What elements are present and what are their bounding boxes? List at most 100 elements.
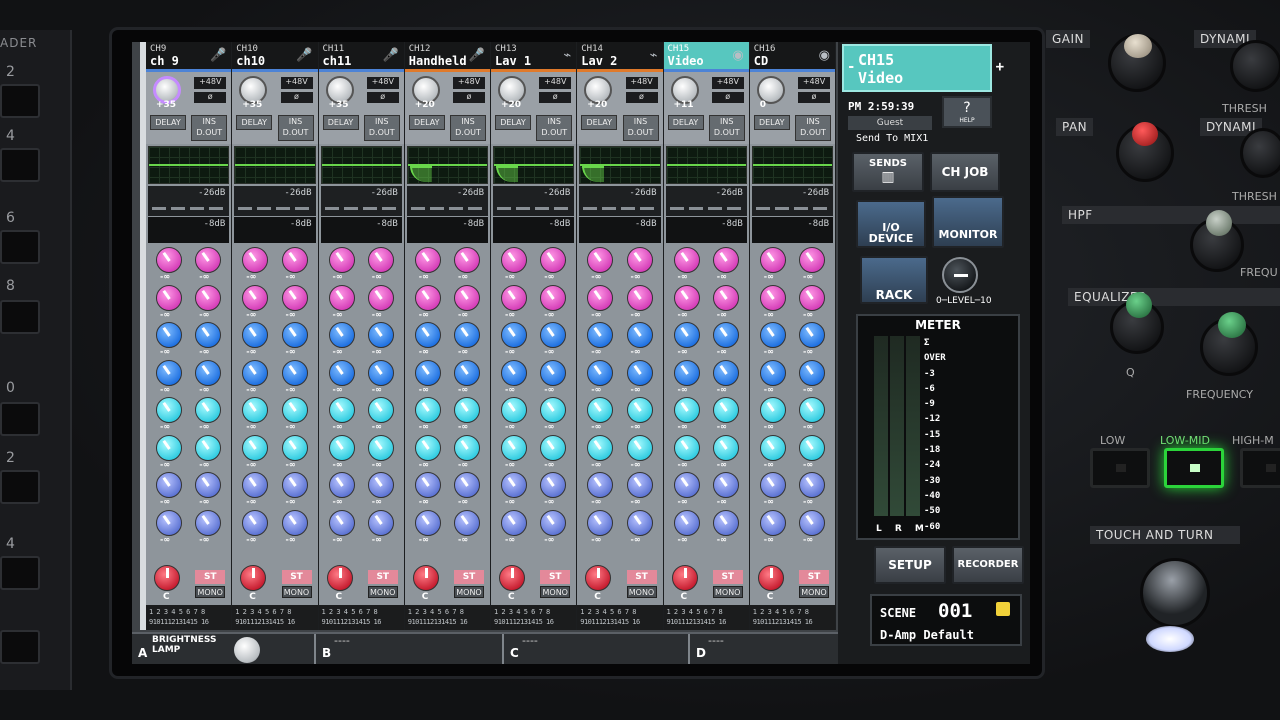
monitor-button[interactable]: MONITOR xyxy=(932,196,1004,248)
fader-sel-button[interactable] xyxy=(0,300,40,334)
channel-name-header[interactable]: CH16 CD ◉ xyxy=(749,42,835,72)
send-level-knob[interactable]: -∞ xyxy=(585,508,615,544)
dca-assign-grid[interactable]: 1 2 3 4 5 6 7 8 9101112131415 16 xyxy=(749,605,835,630)
stereo-assign-button[interactable]: ST xyxy=(195,570,226,584)
send-level-knob[interactable]: -∞ xyxy=(797,395,827,431)
send-level-knob[interactable]: -∞ xyxy=(758,320,788,356)
send-level-knob[interactable]: -∞ xyxy=(625,508,655,544)
insert-dout-button[interactable]: INS D.OUT xyxy=(708,115,745,141)
channel-name-header[interactable]: CH14 Lav 2 ⌁ xyxy=(577,42,663,72)
send-level-knob[interactable]: -∞ xyxy=(154,358,184,394)
send-level-knob[interactable]: -∞ xyxy=(758,395,788,431)
high-mid-band-button[interactable] xyxy=(1240,448,1280,488)
delay-button[interactable]: DELAY xyxy=(753,115,790,130)
dynamics2-threshold[interactable]: -8dB xyxy=(493,217,575,243)
send-level-knob[interactable]: -∞ xyxy=(413,508,443,544)
fader-sel-button[interactable] xyxy=(0,84,40,118)
send-level-knob[interactable]: -∞ xyxy=(366,508,396,544)
send-level-knob[interactable]: -∞ xyxy=(452,283,482,319)
send-level-knob[interactable]: -∞ xyxy=(672,470,702,506)
scene-display[interactable]: SCENE 001 D-Amp Default xyxy=(870,594,1022,646)
dynamics1-threshold[interactable]: -26dB xyxy=(234,186,316,216)
channel-strip[interactable]: CH15 Video ◉ +11 +48V ø DELAY INS D.OUT -26dB -8dB… xyxy=(663,42,750,630)
send-level-knob[interactable]: -∞ xyxy=(154,245,184,281)
delay-button[interactable]: DELAY xyxy=(408,115,445,130)
mono-assign-button[interactable]: MONO xyxy=(799,586,829,598)
send-level-knob[interactable]: -∞ xyxy=(797,283,827,319)
phase-button[interactable]: ø xyxy=(453,92,485,103)
fader-sel-button[interactable] xyxy=(0,556,40,590)
send-level-knob[interactable]: -∞ xyxy=(538,358,568,394)
phase-button[interactable]: ø xyxy=(539,92,572,103)
stereo-assign-button[interactable]: ST xyxy=(454,570,484,584)
insert-dout-button[interactable]: INS D.OUT xyxy=(450,115,486,141)
next-channel-icon[interactable]: + xyxy=(996,58,1004,76)
recorder-button[interactable]: RECORDER xyxy=(952,546,1024,584)
send-level-knob[interactable]: -∞ xyxy=(672,283,702,319)
delay-button[interactable]: DELAY xyxy=(667,115,704,130)
user-knob-a[interactable]: A BRIGHTNESS LAMP xyxy=(132,634,316,664)
user-badge[interactable]: Guest xyxy=(848,116,932,130)
send-level-knob[interactable]: -∞ xyxy=(366,358,396,394)
send-level-knob[interactable]: -∞ xyxy=(585,283,615,319)
phantom-power-button[interactable]: +48V xyxy=(194,77,227,89)
send-level-knob[interactable]: -∞ xyxy=(240,320,270,356)
send-level-knob[interactable]: -∞ xyxy=(240,433,270,469)
send-level-knob[interactable]: -∞ xyxy=(154,433,184,469)
delay-button[interactable]: DELAY xyxy=(322,115,359,130)
send-level-knob[interactable]: -∞ xyxy=(154,283,184,319)
brightness-knob[interactable] xyxy=(234,637,260,663)
pan-knob[interactable] xyxy=(412,565,439,591)
send-level-knob[interactable]: -∞ xyxy=(499,508,529,544)
eq-graph[interactable] xyxy=(493,146,575,184)
threshold-knob[interactable] xyxy=(1230,40,1280,92)
insert-dout-button[interactable]: INS D.OUT xyxy=(622,115,659,141)
send-level-knob[interactable]: -∞ xyxy=(452,395,482,431)
dynamics2-threshold[interactable]: -8dB xyxy=(148,217,230,243)
send-level-knob[interactable]: -∞ xyxy=(280,358,310,394)
send-level-knob[interactable]: -∞ xyxy=(499,245,529,281)
pan-knob[interactable] xyxy=(154,565,180,591)
send-level-knob[interactable]: -∞ xyxy=(280,245,310,281)
phantom-power-button[interactable]: +48V xyxy=(625,77,658,89)
send-level-knob[interactable]: -∞ xyxy=(452,470,482,506)
send-level-knob[interactable]: -∞ xyxy=(327,283,357,319)
send-level-knob[interactable]: -∞ xyxy=(625,320,655,356)
ch-job-button[interactable]: CH JOB xyxy=(930,152,1000,192)
dca-assign-grid[interactable]: 1 2 3 4 5 6 7 8 9101112131415 16 xyxy=(491,605,577,630)
channel-strip[interactable]: CH14 Lav 2 ⌁ +20 +48V ø DELAY INS D.OUT -26dB -8dB… xyxy=(577,42,664,630)
send-level-knob[interactable]: -∞ xyxy=(625,395,655,431)
channel-name-header[interactable]: CH9 ch 9 🎤 xyxy=(146,42,232,72)
dynamics1-threshold[interactable]: -26dB xyxy=(406,186,488,216)
send-level-knob[interactable]: -∞ xyxy=(452,320,482,356)
send-level-knob[interactable]: -∞ xyxy=(193,395,223,431)
send-level-knob[interactable]: -∞ xyxy=(366,283,396,319)
send-level-knob[interactable]: -∞ xyxy=(758,508,788,544)
mono-assign-button[interactable]: MONO xyxy=(367,586,398,598)
stereo-assign-button[interactable]: ST xyxy=(799,570,829,584)
io-device-button[interactable]: I/O DEVICE xyxy=(856,200,926,248)
dca-assign-grid[interactable]: 1 2 3 4 5 6 7 8 9101112131415 16 xyxy=(146,605,232,630)
send-level-knob[interactable]: -∞ xyxy=(240,245,270,281)
send-level-knob[interactable]: -∞ xyxy=(711,508,741,544)
send-level-knob[interactable]: -∞ xyxy=(193,433,223,469)
stereo-assign-button[interactable]: ST xyxy=(626,570,657,584)
send-level-knob[interactable]: -∞ xyxy=(193,358,223,394)
help-button[interactable]: ? HELP xyxy=(942,96,992,128)
pan-knob[interactable] xyxy=(499,565,525,591)
delay-button[interactable]: DELAY xyxy=(581,115,618,130)
send-level-knob[interactable]: -∞ xyxy=(366,433,396,469)
send-level-knob[interactable]: -∞ xyxy=(327,508,357,544)
dca-assign-grid[interactable]: 1 2 3 4 5 6 7 8 9101112131415 16 xyxy=(318,605,404,630)
send-level-knob[interactable]: -∞ xyxy=(452,508,482,544)
fader-sel-button[interactable] xyxy=(0,148,40,182)
send-level-knob[interactable]: -∞ xyxy=(538,433,568,469)
send-level-knob[interactable]: -∞ xyxy=(240,283,270,319)
fader-sel-button[interactable] xyxy=(0,630,40,664)
send-level-knob[interactable]: -∞ xyxy=(413,320,443,356)
send-level-knob[interactable]: -∞ xyxy=(711,470,741,506)
eq-graph[interactable] xyxy=(406,146,488,184)
rack-button[interactable]: RACK xyxy=(860,256,928,304)
phantom-power-button[interactable]: +48V xyxy=(366,77,399,89)
send-level-knob[interactable]: -∞ xyxy=(672,358,702,394)
